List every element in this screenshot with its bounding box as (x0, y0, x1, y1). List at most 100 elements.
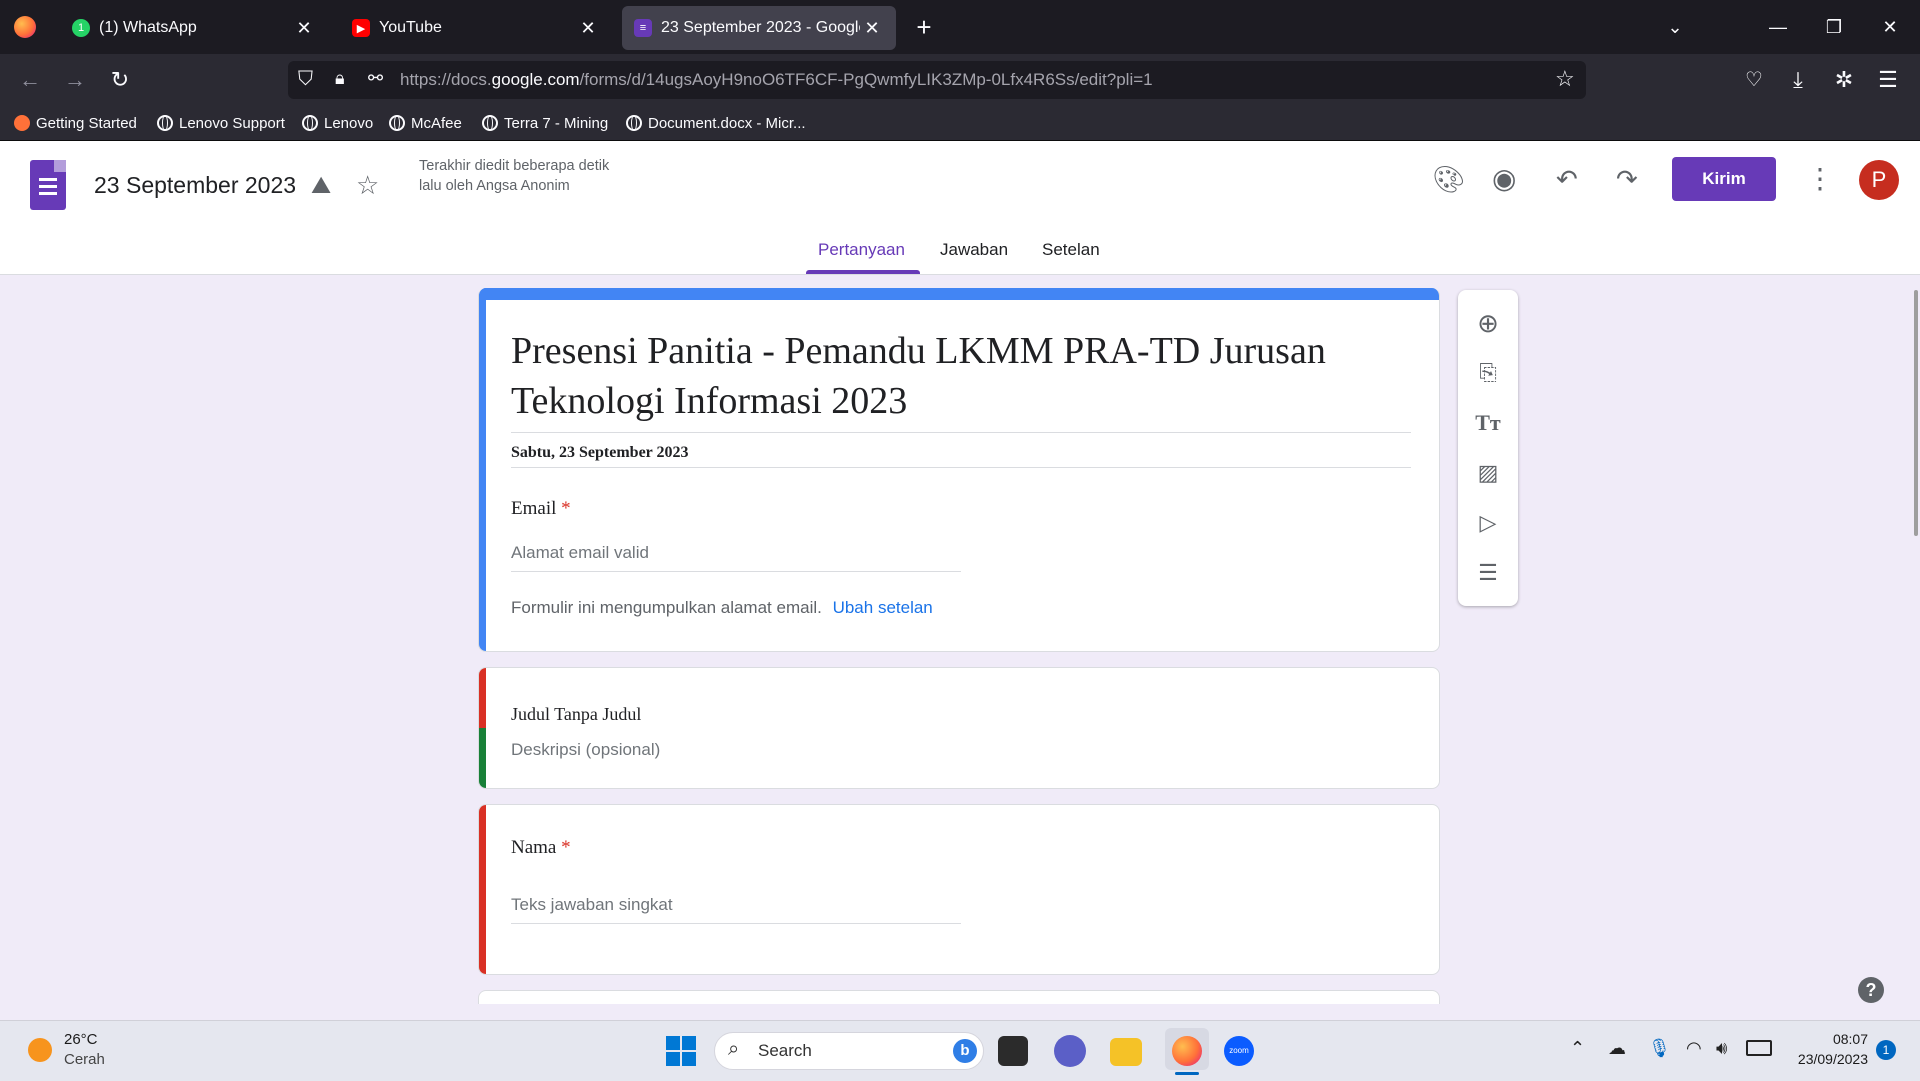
section-title[interactable]: Judul Tanpa Judul (511, 704, 641, 725)
new-tab-button[interactable]: + (908, 12, 940, 44)
bookmark-terra-7[interactable]: Terra 7 - Mining (482, 112, 608, 134)
back-icon[interactable]: ← (12, 62, 48, 98)
firefox-icon[interactable] (14, 16, 36, 38)
last-edit-note[interactable]: Terakhir diedit beberapa detik lalu oleh… (419, 156, 619, 196)
undo-icon[interactable]: ↶ (1556, 164, 1578, 195)
bookmark-label: Document.docx - Micr... (648, 114, 806, 132)
add-video-icon[interactable]: ▷ (1473, 508, 1503, 538)
list-all-tabs-icon[interactable]: ⌄ (1655, 10, 1695, 44)
move-to-drive-icon[interactable]: ⛰ (311, 172, 331, 200)
email-field[interactable]: Alamat email valid (511, 543, 961, 572)
close-tab-icon[interactable]: ✕ (576, 18, 600, 39)
tab-whatsapp[interactable]: 1 (1) WhatsApp ✕ (60, 6, 328, 50)
volume-icon[interactable]: 🔊︎ (1716, 1038, 1727, 1059)
zoom-icon[interactable]: zoom (1224, 1036, 1254, 1066)
bookmark-label: Getting Started (36, 114, 137, 132)
google-forms-logo-icon[interactable] (30, 160, 66, 210)
globe-icon (302, 115, 318, 131)
bookmark-label: Lenovo Support (179, 114, 285, 132)
pocket-icon[interactable]: ♡ (1736, 62, 1772, 98)
reload-icon[interactable]: ↻ (102, 62, 138, 98)
search-icon: ⌕ (728, 1038, 740, 1060)
bookmark-mcafee[interactable]: McAfee (389, 112, 462, 134)
menu-icon[interactable]: ☰ (1870, 62, 1906, 98)
scrollbar[interactable] (1914, 290, 1918, 536)
send-button[interactable]: Kirim (1672, 157, 1776, 201)
bookmark-lenovo[interactable]: Lenovo (302, 112, 373, 134)
redo-icon[interactable]: ↷ (1616, 164, 1638, 195)
tab-questions[interactable]: Pertanyaan (818, 240, 905, 260)
section-description[interactable]: Deskripsi (opsional) (511, 740, 660, 760)
tab-settings[interactable]: Setelan (1042, 240, 1100, 260)
add-section-icon[interactable]: ☰ (1473, 558, 1503, 588)
close-tab-icon[interactable]: ✕ (292, 18, 316, 39)
show-hidden-icons-icon[interactable]: ⌃ (1570, 1038, 1585, 1059)
more-options-icon[interactable]: ⋮ (1806, 162, 1834, 195)
url-text[interactable]: https://docs.google.com/forms/d/14ugsAoy… (400, 70, 1153, 90)
question-accent (479, 805, 486, 974)
avatar[interactable]: P (1859, 160, 1899, 200)
tracking-shield-icon[interactable]: ⛉ (298, 68, 313, 91)
file-explorer-icon[interactable] (1110, 1038, 1142, 1066)
help-icon[interactable]: ? (1858, 977, 1884, 1003)
bookmark-label: McAfee (411, 114, 462, 132)
add-question-icon[interactable]: ⊕ (1473, 308, 1503, 338)
active-tab-indicator (806, 270, 920, 274)
form-title-card[interactable]: Presensi Panitia - Pemandu LKMM PRA-TD J… (478, 288, 1440, 652)
tab-responses[interactable]: Jawaban (940, 240, 1008, 260)
onedrive-icon[interactable]: ☁ (1608, 1038, 1626, 1059)
wifi-icon[interactable]: ◠ (1686, 1038, 1702, 1059)
form-title[interactable]: Presensi Panitia - Pemandu LKMM PRA-TD J… (511, 326, 1411, 433)
forward-icon[interactable]: → (57, 62, 93, 98)
battery-icon[interactable] (1746, 1040, 1772, 1056)
bookmark-label: Terra 7 - Mining (504, 114, 609, 132)
add-image-icon[interactable]: ▨ (1473, 458, 1503, 488)
customize-theme-palette-icon[interactable]: 🎨︎ (1432, 164, 1465, 195)
minimize-icon[interactable]: — (1758, 10, 1798, 44)
tab-title: (1) WhatsApp (99, 19, 197, 36)
tab-youtube[interactable]: ▶ YouTube ✕ (340, 6, 612, 50)
add-title-icon[interactable]: Tт (1473, 408, 1503, 438)
taskbar-search[interactable] (714, 1032, 984, 1070)
import-questions-icon[interactable]: ⎘ (1473, 358, 1503, 388)
question-label: Nama * (511, 837, 571, 859)
firefox-taskbar-icon (1172, 1036, 1202, 1066)
task-view-icon[interactable] (998, 1036, 1028, 1066)
next-question-card[interactable] (478, 990, 1440, 1004)
tab-title: 23 September 2023 - Google Fo (661, 19, 860, 36)
teams-chat-icon[interactable] (1054, 1035, 1086, 1067)
windows-start-icon[interactable] (666, 1036, 696, 1066)
email-label-text: Email (511, 498, 557, 519)
question-card-nama[interactable]: Nama * Teks jawaban singkat (478, 804, 1440, 975)
extensions-icon[interactable]: ✲ (1826, 62, 1862, 98)
downloads-icon[interactable]: ⤓ (1780, 62, 1816, 98)
change-settings-link[interactable]: Ubah setelan (833, 598, 933, 617)
restore-icon[interactable]: ❐ (1814, 10, 1854, 44)
permissions-icon[interactable]: ⚯ (368, 68, 383, 89)
clock-time[interactable]: 08:07 (1818, 1031, 1868, 1047)
document-title[interactable]: 23 September 2023 (94, 172, 296, 199)
bookmark-document-docx[interactable]: Document.docx - Micr... (626, 112, 806, 134)
bookmark-lenovo-support[interactable]: Lenovo Support (157, 112, 285, 134)
weather-temp[interactable]: 26°C (64, 1031, 98, 1048)
short-answer-field[interactable]: Teks jawaban singkat (511, 895, 961, 924)
close-tab-icon[interactable]: ✕ (860, 18, 884, 39)
lock-icon[interactable]: 🔒︎ (335, 68, 345, 89)
question-label-text: Nama (511, 837, 557, 858)
section-card[interactable]: Judul Tanpa Judul Deskripsi (opsional) (478, 667, 1440, 789)
bing-icon[interactable]: b (953, 1039, 977, 1063)
notification-badge[interactable]: 1 (1876, 1040, 1896, 1060)
tab-google-forms[interactable]: ≡ 23 September 2023 - Google Fo ✕ (622, 6, 896, 50)
card-top-accent (479, 288, 1439, 300)
globe-icon (482, 115, 498, 131)
weather-sun-icon[interactable] (28, 1038, 52, 1062)
bookmark-getting-started[interactable]: Getting Started (14, 112, 137, 134)
close-window-icon[interactable]: ✕ (1870, 10, 1910, 44)
form-description[interactable]: Sabtu, 23 September 2023 (511, 444, 1411, 468)
weather-condition[interactable]: Cerah (64, 1051, 105, 1068)
bookmark-star-icon[interactable]: ☆ (1555, 66, 1575, 92)
microphone-icon[interactable]: 🎙︎ (1648, 1038, 1671, 1059)
star-icon[interactable]: ☆ (356, 170, 379, 201)
preview-eye-icon[interactable]: ◉ (1492, 162, 1516, 195)
clock-date[interactable]: 23/09/2023 (1788, 1051, 1868, 1067)
